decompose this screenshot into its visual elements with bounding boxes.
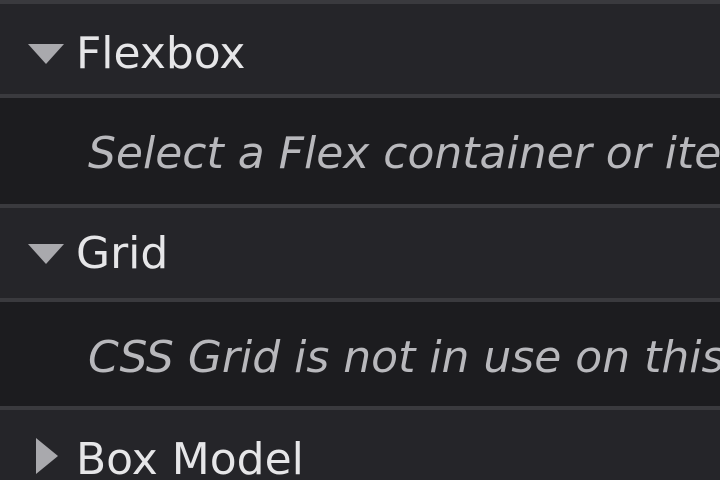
grid-empty-message: CSS Grid is not in use on this page [88,332,720,383]
triangle-right-icon[interactable] [36,438,58,474]
box-model-section-header[interactable]: Box Model [0,410,720,480]
box-model-section-label: Box Model [76,434,304,480]
triangle-down-icon[interactable] [28,44,64,64]
flexbox-section-header[interactable]: Flexbox [0,4,720,94]
grid-section-header[interactable]: Grid [0,208,720,298]
grid-section-label: Grid [76,228,169,279]
layout-panel: Flexbox Select a Flex container or item … [0,0,720,480]
flexbox-empty-message: Select a Flex container or item to conti… [88,128,720,179]
grid-section-body: CSS Grid is not in use on this page [0,302,720,406]
flexbox-section-body: Select a Flex container or item to conti… [0,98,720,204]
flexbox-section-label: Flexbox [76,28,246,79]
triangle-down-icon[interactable] [28,244,64,264]
